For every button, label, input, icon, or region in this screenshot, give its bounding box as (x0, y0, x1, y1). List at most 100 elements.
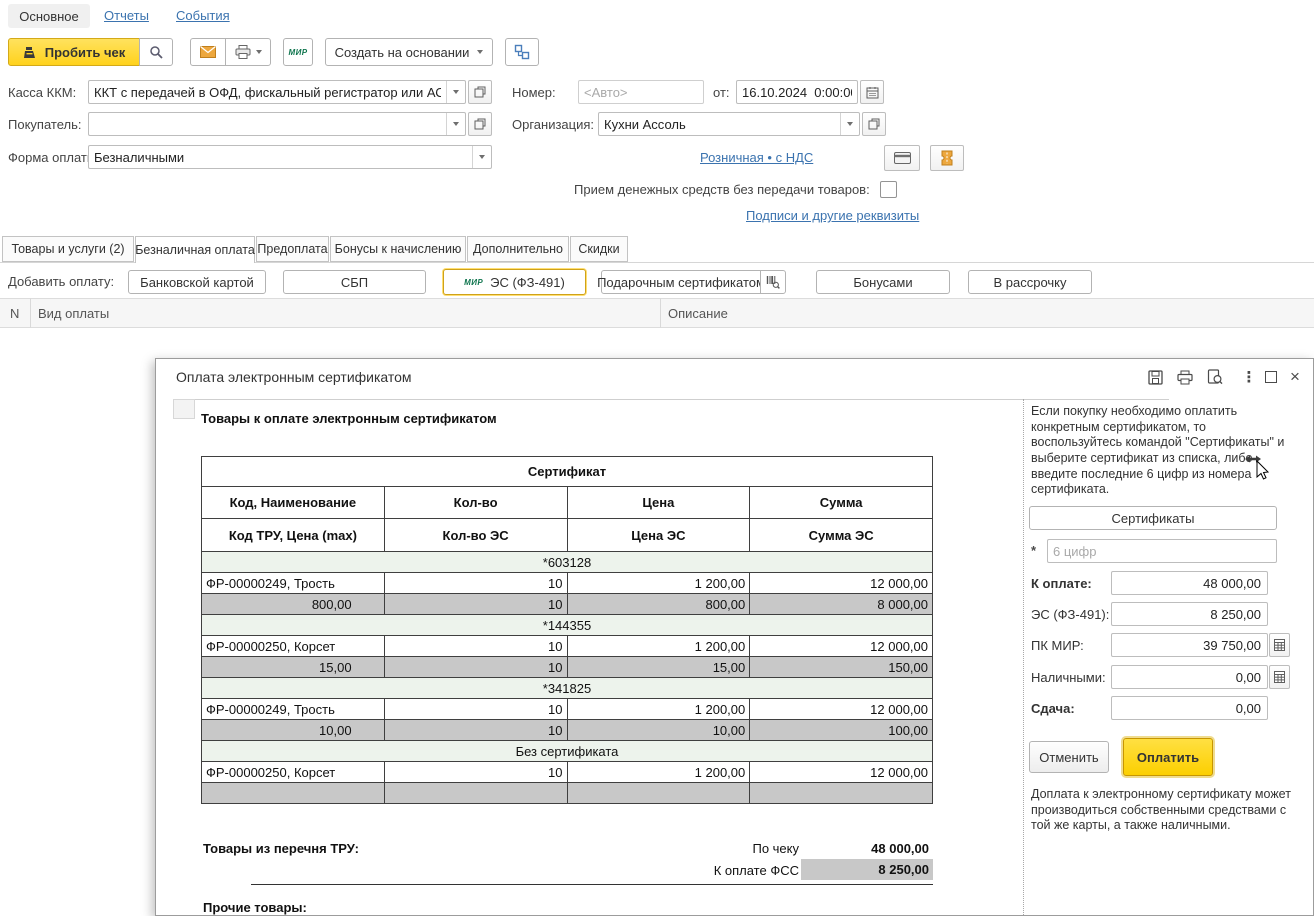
tab-additional[interactable]: Дополнительно (467, 236, 569, 262)
to-pay-label: К оплате: (1031, 576, 1092, 591)
post-check-button[interactable]: Пробить чек (8, 38, 140, 66)
tab-bonuses[interactable]: Бонусы к начислению (330, 236, 466, 262)
item-row: ФР-00000249, Трость 10 1 200,00 12 000,0… (202, 573, 933, 594)
create-based-on-button[interactable]: Создать на основании (325, 38, 493, 66)
more-button[interactable]: ⋮ (1238, 366, 1260, 388)
card-payment-button[interactable] (884, 145, 920, 171)
organization-open-button[interactable] (862, 112, 886, 136)
tab-prepayment[interactable]: Предоплата (256, 236, 329, 262)
payment-form-combo[interactable] (88, 145, 492, 169)
floppy-save-icon (1148, 370, 1163, 385)
send-email-button[interactable] (190, 38, 226, 66)
col-description: Описание (668, 306, 728, 321)
customer-dropdown-zone[interactable] (446, 113, 465, 135)
pay-by-bonus-button[interactable]: Бонусами (816, 270, 950, 294)
number-field[interactable] (578, 80, 704, 104)
tab-discounts[interactable]: Скидки (570, 236, 628, 262)
kkm-combo[interactable] (88, 80, 466, 104)
organization-label: Организация: (512, 117, 594, 132)
pay-by-gift-cert-button[interactable]: Подарочным сертификатом (601, 270, 761, 294)
payment-form-input[interactable] (89, 150, 472, 165)
cert-digits-field[interactable] (1047, 539, 1277, 563)
tab-cashless-payment[interactable]: Безналичная оплата (135, 236, 255, 263)
customer-input[interactable] (89, 117, 446, 132)
panel-splitter[interactable] (1023, 399, 1024, 916)
payment-form-label: Форма оплаты: (8, 150, 100, 165)
dialog-title: Оплата электронным сертификатом (176, 369, 412, 385)
structure-icon (514, 44, 530, 60)
item-row: ФР-00000250, Корсет 10 1 200,00 12 000,0… (202, 636, 933, 657)
customer-combo[interactable] (88, 112, 466, 136)
retail-vat-link[interactable]: Розничная • с НДС (700, 150, 813, 165)
kkm-label: Касса ККМ: (8, 85, 76, 100)
menu-item-events[interactable]: События (176, 8, 230, 23)
scan-gift-cert-button[interactable] (760, 270, 786, 294)
col-payment-type: Вид оплаты (38, 306, 109, 321)
close-button[interactable]: × (1284, 366, 1306, 388)
menu-item-main-label: Основное (19, 9, 79, 24)
payment-list-header (0, 298, 1314, 328)
organization-dropdown-zone[interactable] (840, 113, 859, 135)
cert-digits-input[interactable] (1048, 544, 1276, 559)
print-button[interactable] (225, 38, 271, 66)
search-button[interactable] (139, 38, 173, 66)
pay-button[interactable]: Оплатить (1123, 738, 1213, 776)
other-goods-label: Прочие товары: (203, 900, 307, 915)
pay-by-sbp-button[interactable]: СБП (283, 270, 426, 294)
es-amount-label: ЭС (ФЗ-491): (1031, 607, 1109, 622)
print-dropdown-arrow-icon (256, 50, 262, 54)
accept-without-goods-checkbox[interactable] (880, 181, 897, 198)
customer-open-button[interactable] (468, 112, 492, 136)
change-field[interactable]: 0,00 (1111, 696, 1268, 720)
pay-installment-button[interactable]: В рассрочку (968, 270, 1092, 294)
pay-by-es-button[interactable]: МИР ЭС (ФЗ-491) (443, 269, 586, 295)
cash-amount-field[interactable]: 0,00 (1111, 665, 1268, 689)
mir-amount-field[interactable]: 39 750,00 (1111, 633, 1268, 657)
open-form-icon (474, 118, 486, 130)
print-dialog-button[interactable] (1174, 366, 1196, 388)
es-goods-table: Сертификат Код, Наименование Кол-во Цена… (201, 456, 933, 804)
mir-calculator-button[interactable] (1269, 633, 1290, 657)
close-icon: × (1290, 367, 1300, 387)
coupon-button[interactable] (930, 145, 964, 171)
date-field[interactable] (736, 80, 858, 104)
customer-dropdown-arrow-icon (453, 122, 459, 126)
by-check-value: 48 000,00 (803, 841, 929, 856)
kkm-open-button[interactable] (468, 80, 492, 104)
open-form-icon (868, 118, 880, 130)
required-mark: * (1031, 543, 1036, 558)
printer-icon (235, 45, 251, 59)
certificates-button[interactable]: Сертификаты (1029, 506, 1277, 530)
cash-calculator-button[interactable] (1269, 665, 1290, 689)
maximize-button[interactable] (1260, 366, 1282, 388)
signatures-link[interactable]: Подписи и другие реквизиты (746, 208, 919, 223)
organization-dropdown-arrow-icon (847, 122, 853, 126)
ccm-check-window: Основное Отчеты События Пробить чек МИР … (0, 0, 1314, 916)
to-pay-field[interactable]: 48 000,00 (1111, 571, 1268, 595)
tab-goods-services[interactable]: Товары и услуги (2) (2, 236, 134, 262)
organization-input[interactable] (599, 117, 840, 132)
save-button[interactable] (1144, 366, 1166, 388)
pay-by-card-button[interactable]: Банковской картой (128, 270, 266, 294)
mir-toolbar-button[interactable]: МИР (283, 38, 313, 66)
calendar-button[interactable] (860, 80, 884, 104)
number-input[interactable] (579, 85, 703, 100)
kkm-dropdown-zone[interactable] (446, 81, 465, 103)
menu-item-main[interactable]: Основное (8, 4, 90, 28)
related-documents-button[interactable] (505, 38, 539, 66)
preview-button[interactable] (1204, 366, 1226, 388)
organization-combo[interactable] (598, 112, 860, 136)
item-row: ФР-00000250, Корсет 10 1 200,00 12 000,0… (202, 762, 933, 783)
calendar-icon (866, 86, 879, 99)
es-amount-field[interactable]: 8 250,00 (1111, 602, 1268, 626)
cert-section-row: *144355 (202, 615, 933, 636)
menu-item-reports[interactable]: Отчеты (104, 8, 149, 23)
kkm-input[interactable] (89, 85, 446, 100)
date-input[interactable] (737, 85, 857, 100)
cancel-button[interactable]: Отменить (1029, 741, 1109, 773)
mouse-cursor (1244, 451, 1274, 484)
es-subrow: 15,00 10 15,00 150,00 (202, 657, 933, 678)
add-payment-label: Добавить оплату: (8, 274, 114, 289)
spreadsheet-corner-cell (173, 399, 195, 419)
payment-form-dropdown-zone[interactable] (472, 146, 491, 168)
